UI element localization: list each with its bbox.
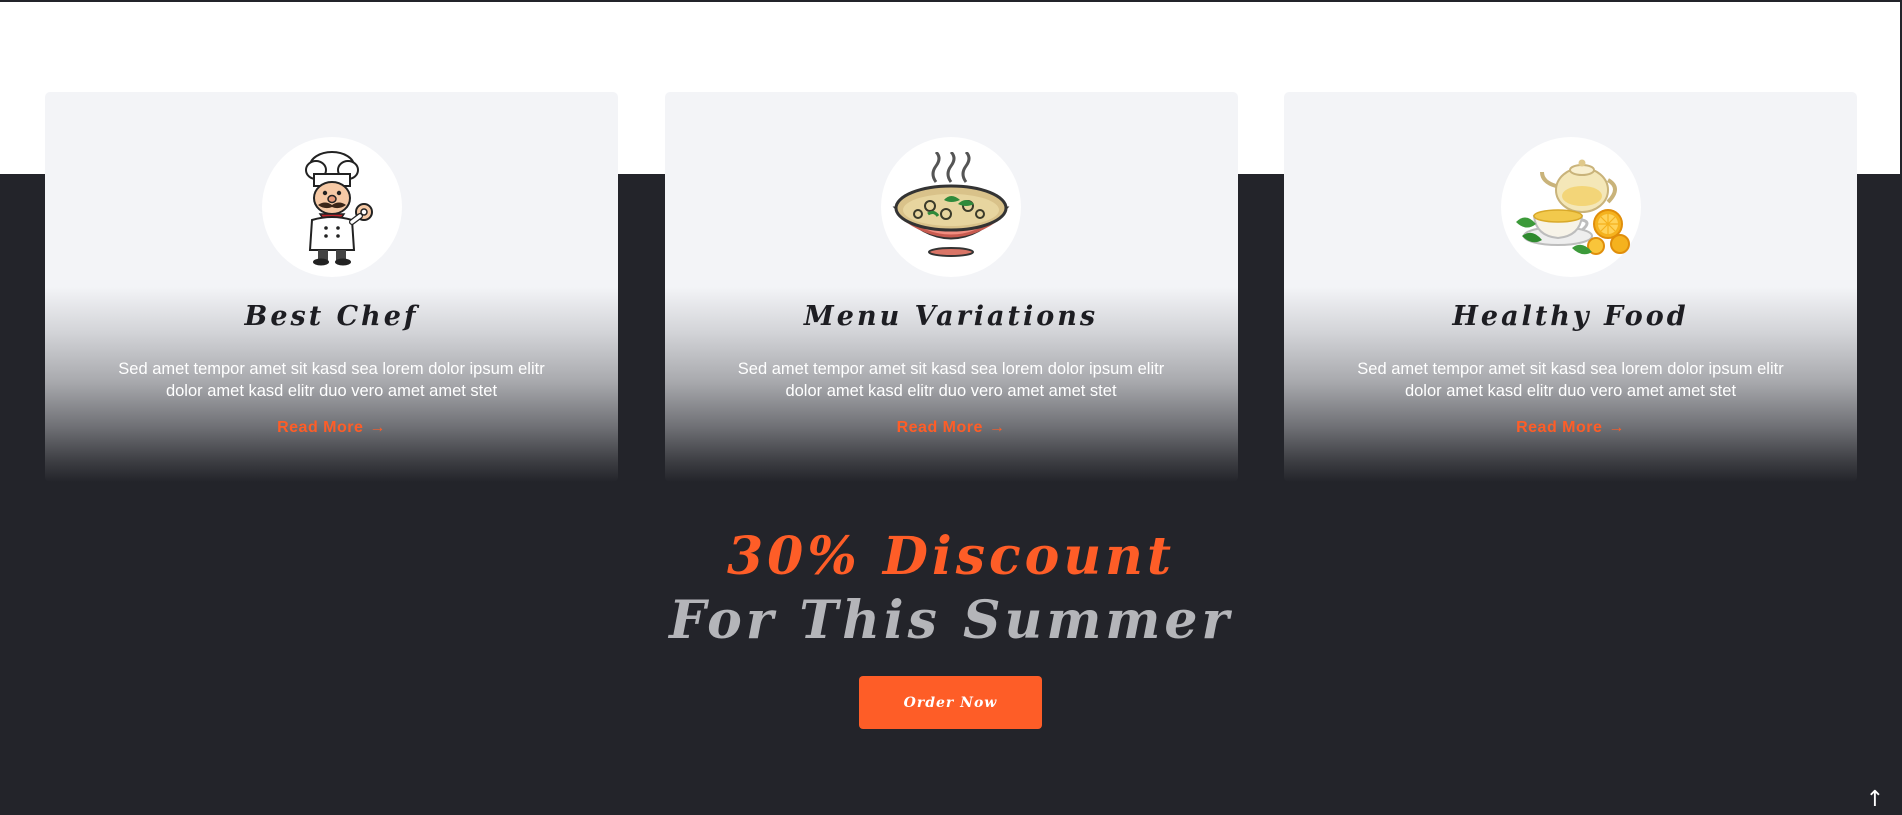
feature-card-menu-variations: Menu Variations Sed amet tempor amet sit… bbox=[664, 92, 1238, 482]
chef-icon bbox=[304, 151, 373, 266]
arrow-right-icon: → bbox=[369, 419, 386, 436]
promo-headline: 30% Discount bbox=[727, 526, 1175, 587]
discount-promo: 30% Discount For This Summer bbox=[0, 525, 1902, 653]
card-description: Sed amet tempor amet sit kasd sea lorem … bbox=[118, 360, 545, 400]
feature-card-healthy-food: Healthy Food Sed amet tempor amet sit ka… bbox=[1284, 92, 1857, 482]
read-more-label: Read More bbox=[277, 419, 364, 436]
arrow-up-icon: ↑ bbox=[1865, 786, 1885, 812]
card-description: Sed amet tempor amet sit kasd sea lorem … bbox=[737, 360, 1165, 400]
feature-cards: Best Chef Sed amet tempor amet sit kasd … bbox=[45, 92, 1857, 482]
read-more-link[interactable]: Read More → bbox=[277, 419, 386, 437]
arrow-right-icon: → bbox=[1608, 419, 1625, 436]
back-to-top-button[interactable]: ↑ bbox=[1852, 783, 1898, 815]
card-description: Sed amet tempor amet sit kasd sea lorem … bbox=[1357, 360, 1784, 400]
read-more-label: Read More bbox=[1516, 419, 1603, 436]
promo-subheadline: For This Summer bbox=[669, 590, 1233, 651]
card-title: Healthy Food bbox=[1452, 301, 1689, 332]
soup-bowl-icon bbox=[892, 152, 1010, 257]
page: Best Chef Sed amet tempor amet sit kasd … bbox=[0, 0, 1902, 815]
read-more-link[interactable]: Read More → bbox=[897, 419, 1006, 437]
feature-icon-circle bbox=[261, 137, 402, 277]
feature-icon-circle bbox=[881, 137, 1021, 277]
card-title: Menu Variations bbox=[803, 301, 1099, 332]
feature-card-best-chef: Best Chef Sed amet tempor amet sit kasd … bbox=[45, 92, 618, 482]
arrow-right-icon: → bbox=[988, 419, 1006, 436]
tea-lemon-icon bbox=[1515, 159, 1630, 255]
card-title: Best Chef bbox=[244, 301, 419, 332]
feature-icon-circle bbox=[1500, 137, 1641, 277]
read-more-label: Read More bbox=[896, 419, 983, 436]
read-more-link[interactable]: Read More → bbox=[1516, 419, 1625, 437]
order-now-button[interactable]: Order Now bbox=[859, 676, 1042, 729]
